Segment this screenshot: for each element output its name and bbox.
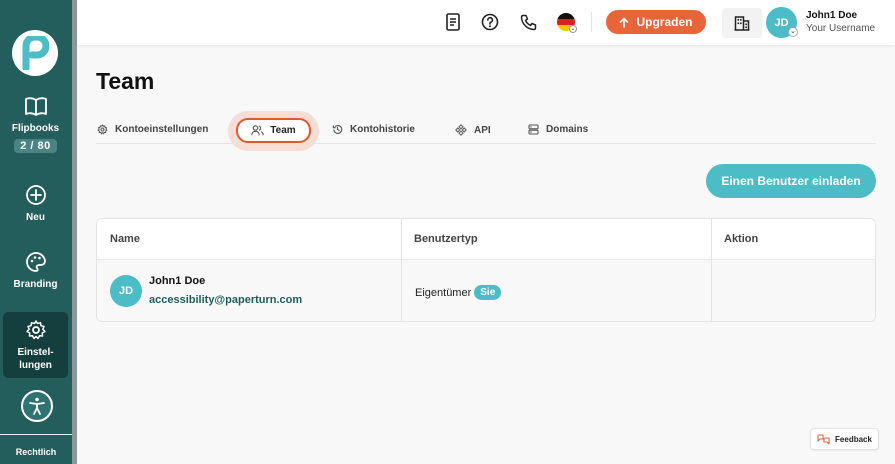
upgrade-button[interactable]: Upgraden (606, 10, 706, 34)
column-divider (401, 219, 402, 321)
column-header-action: Aktion (724, 233, 759, 245)
logo-p-icon (22, 36, 49, 70)
legal-link[interactable]: Rechtlich (0, 447, 72, 457)
member-email: accessibility@paperturn.com (149, 294, 303, 306)
tabs-divider (96, 143, 876, 144)
users-icon (251, 125, 265, 136)
tab-account-settings[interactable]: Kontoeinstellungen (97, 124, 208, 135)
tab-account-history[interactable]: Kontohistorie (332, 124, 415, 135)
topbar-divider (591, 12, 592, 32)
tab-label: Kontoeinstellungen (115, 124, 209, 135)
sidebar-item-settings[interactable]: Einstel- lungen (3, 312, 68, 378)
tab-label: Domains (546, 124, 589, 135)
column-header-name: Name (110, 233, 140, 245)
api-icon (455, 124, 467, 136)
sidebar-item-branding[interactable]: Branding (3, 251, 68, 291)
sidebar-item-label-line1: Einstel- (17, 347, 54, 358)
palette-icon (25, 252, 46, 272)
accessibility-icon (29, 397, 45, 415)
tab-team[interactable]: Team (236, 118, 311, 143)
member-user-type: Eigentümer Sie (415, 285, 502, 300)
member-avatar: JD (110, 275, 142, 307)
sidebar: Flipbooks 2 / 80 Neu Branding Einstel- l… (0, 0, 72, 464)
user-name[interactable]: John1 Doe (806, 10, 857, 21)
upgrade-label: Upgraden (636, 15, 693, 29)
tab-api[interactable]: API (455, 124, 491, 136)
help-icon[interactable] (480, 12, 500, 32)
accessibility-button[interactable] (21, 390, 53, 422)
organization-button[interactable] (722, 8, 762, 38)
plus-circle-icon (25, 185, 46, 205)
sidebar-edge (72, 0, 77, 464)
invite-user-button[interactable]: Einen Benutzer einladen (706, 164, 876, 198)
column-header-user-type: Benutzertyp (414, 233, 478, 245)
sidebar-item-flipbooks[interactable]: Flipbooks 2 / 80 (3, 95, 68, 153)
tab-label: API (474, 124, 491, 136)
flipbook-count-badge: 2 / 80 (14, 139, 57, 153)
feedback-label: Feedback (835, 434, 872, 444)
sidebar-item-label: Flipbooks (11, 123, 60, 134)
tab-domains[interactable]: Domains (528, 124, 588, 135)
chevron-down-icon: ⌄ (569, 25, 577, 33)
tab-label: Team (270, 125, 296, 136)
feedback-icon (817, 433, 830, 445)
tab-label: Kontohistorie (350, 124, 415, 135)
sidebar-item-label: Branding (13, 279, 58, 290)
page-title: Team (96, 68, 155, 94)
member-name: John1 Doe (149, 275, 206, 287)
top-bar: ⌄ Upgraden JD ⌄ John1 Doe Your Username (77, 0, 895, 45)
chevron-down-icon: ⌄ (788, 27, 798, 37)
history-icon (332, 125, 343, 134)
gear-icon (97, 124, 108, 135)
you-badge: Sie (474, 285, 502, 300)
book-open-icon (24, 97, 47, 116)
table-row: JD John1 Doe accessibility@paperturn.com… (97, 259, 875, 321)
server-icon (528, 124, 539, 135)
feedback-button[interactable]: Feedback (810, 428, 879, 450)
team-table: Name Benutzertyp Aktion JD John1 Doe acc… (96, 218, 876, 322)
paperturn-logo[interactable] (12, 30, 58, 76)
sidebar-item-new[interactable]: Neu (3, 184, 68, 224)
sidebar-item-label-line2: lungen (19, 360, 52, 371)
arrow-up-icon (620, 16, 629, 28)
document-icon[interactable] (443, 12, 463, 32)
sidebar-item-label: Neu (26, 212, 45, 223)
building-icon (734, 16, 750, 31)
sidebar-divider (0, 434, 72, 435)
user-type-label: Eigentümer (415, 286, 472, 299)
phone-icon[interactable] (518, 12, 538, 32)
column-divider (711, 219, 712, 321)
user-username: Your Username (806, 23, 876, 34)
gear-icon (25, 320, 46, 340)
